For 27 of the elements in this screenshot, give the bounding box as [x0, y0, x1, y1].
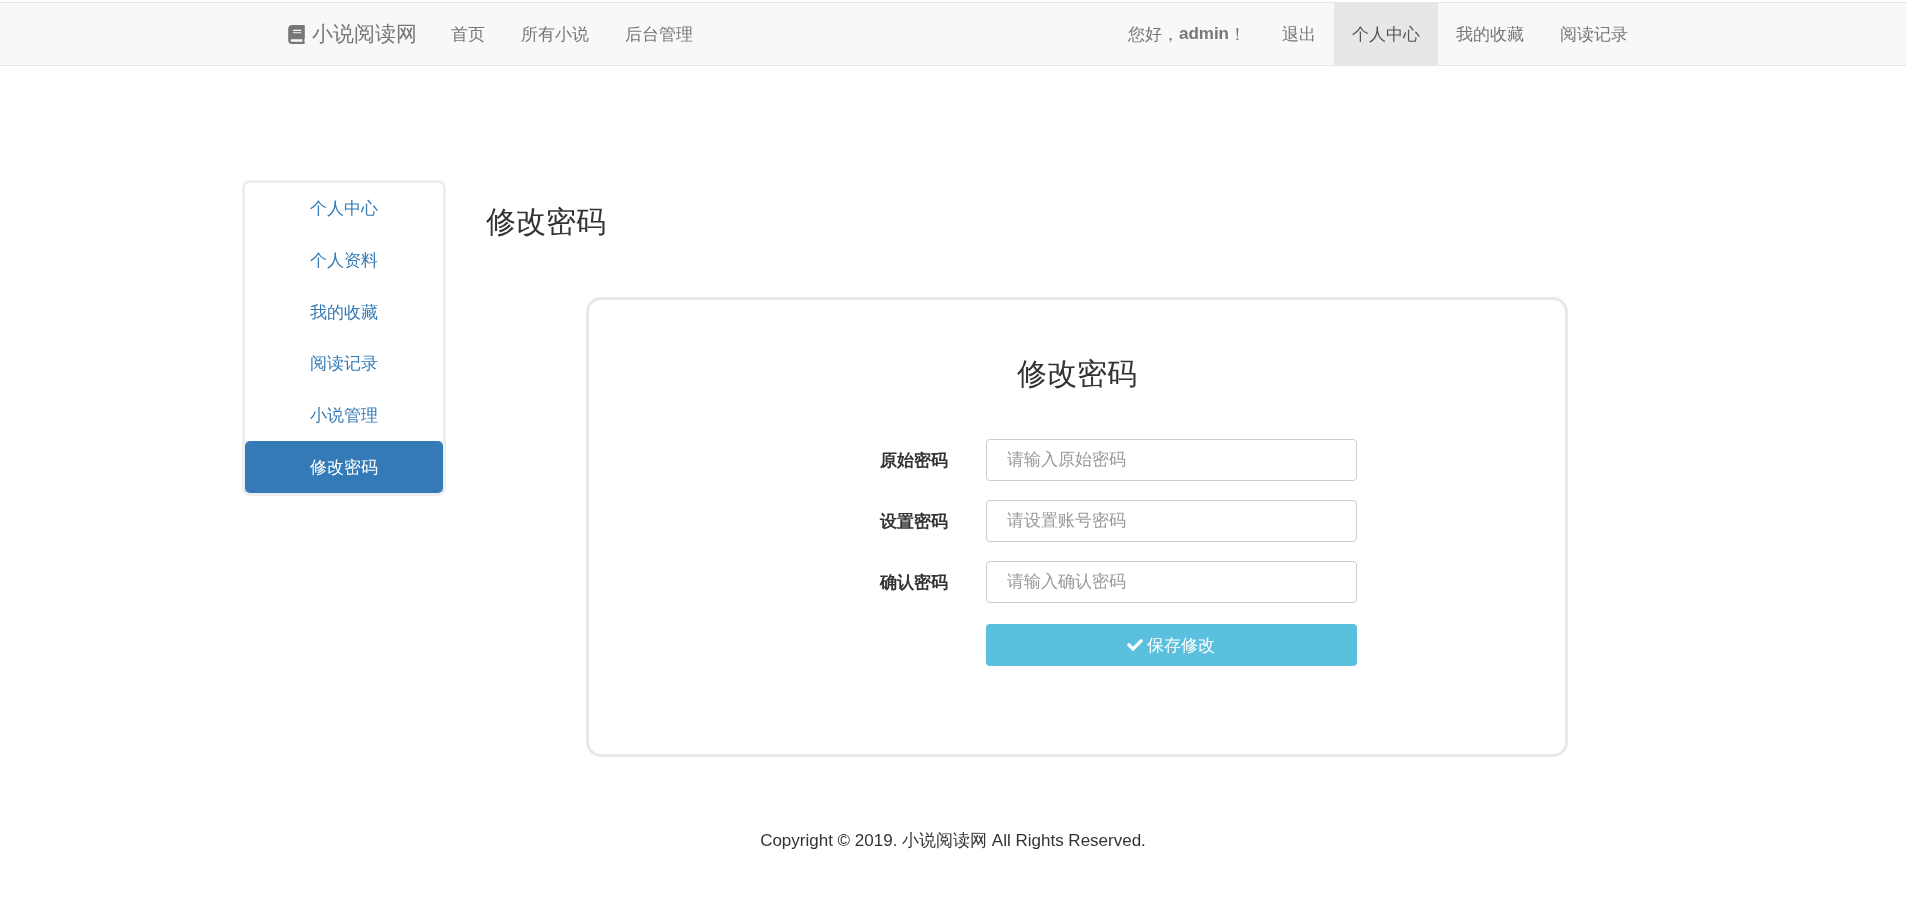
copyright-text: Copyright © 2019. 小说阅读网 All Rights Reserved. — [759, 830, 1147, 852]
form-title: 修改密码 — [1017, 356, 1137, 392]
sidebar-item[interactable]: 阅读记录 — [245, 338, 443, 390]
check-icon — [1127, 637, 1143, 653]
brand-link[interactable]: 小说阅读网 — [287, 3, 417, 65]
field-label: 确认密码 — [878, 571, 948, 594]
nav-link[interactable]: 后台管理 — [607, 3, 711, 65]
sidebar-item[interactable]: 个人资料 — [245, 234, 443, 287]
page-title: 修改密码 — [486, 204, 607, 240]
nav-link[interactable]: 所有小说 — [503, 3, 607, 65]
sidebar-item[interactable]: 我的收藏 — [245, 286, 443, 338]
nav-link[interactable]: 我的收藏 — [1438, 3, 1542, 65]
sidebar-item[interactable]: 个人中心 — [245, 183, 443, 235]
field-label: 设置密码 — [878, 510, 948, 533]
field-label: 原始密码 — [878, 449, 948, 472]
greeting-text: 您好，admin！ — [1126, 23, 1247, 46]
nav-link[interactable]: 阅读记录 — [1542, 3, 1646, 65]
nav-link[interactable]: 退出 — [1264, 3, 1334, 65]
password-field[interactable]: 请输入确认密码 — [985, 561, 1357, 603]
sidebar-item[interactable]: 修改密码 — [245, 441, 443, 494]
brand-name: 小说阅读网 — [312, 21, 417, 47]
password-field[interactable]: 请设置账号密码 — [985, 500, 1357, 542]
nav-link[interactable]: 首页 — [433, 3, 503, 65]
sidebar-item[interactable]: 小说管理 — [245, 389, 443, 442]
nav-link[interactable]: 个人中心 — [1334, 3, 1438, 65]
password-field[interactable]: 请输入原始密码 — [985, 439, 1357, 481]
book-icon — [287, 24, 306, 44]
